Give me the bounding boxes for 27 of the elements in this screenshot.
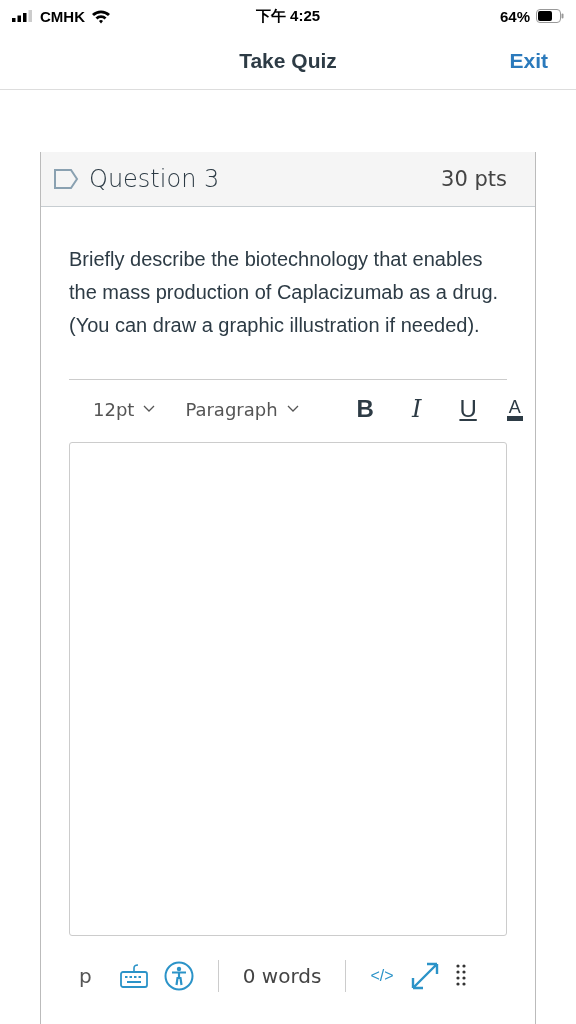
wifi-icon <box>91 8 111 24</box>
question-points: 30 pts <box>441 167 507 191</box>
caret-icon <box>143 405 156 413</box>
font-size-dropdown[interactable]: 12pt <box>87 398 162 420</box>
element-path: p <box>79 964 92 988</box>
drag-handle-icon[interactable] <box>455 964 466 988</box>
battery-icon <box>536 9 564 23</box>
keyboard-icon[interactable] <box>119 964 148 988</box>
html-editor-button[interactable]: </> <box>370 967 394 985</box>
underline-button[interactable]: U <box>451 395 485 423</box>
block-format-dropdown[interactable]: Paragraph <box>179 398 305 420</box>
exit-link[interactable]: Exit <box>509 48 548 73</box>
flag-icon[interactable] <box>53 168 79 190</box>
accessibility-icon[interactable] <box>163 961 194 991</box>
battery-percent: 64% <box>499 7 530 25</box>
signal-icon <box>12 10 34 22</box>
caret-icon <box>286 405 299 413</box>
question-title: Question 3 <box>89 165 220 193</box>
clock-time: 下午 4:25 <box>255 6 321 26</box>
page-title: Take Quiz <box>239 48 337 73</box>
carrier-name: CMHK <box>40 7 85 25</box>
question-text: Briefly describe the biotechnology that enables the mass production of Caplacizumab as a drug. (You can draw a graphic illustration if needed). <box>69 247 500 338</box>
color-button[interactable]: A <box>506 397 523 421</box>
bold-button[interactable]: B <box>348 395 382 423</box>
word-count: 0 words <box>242 964 322 988</box>
italic-button[interactable]: I <box>403 395 430 423</box>
expand-icon[interactable] <box>409 961 440 991</box>
